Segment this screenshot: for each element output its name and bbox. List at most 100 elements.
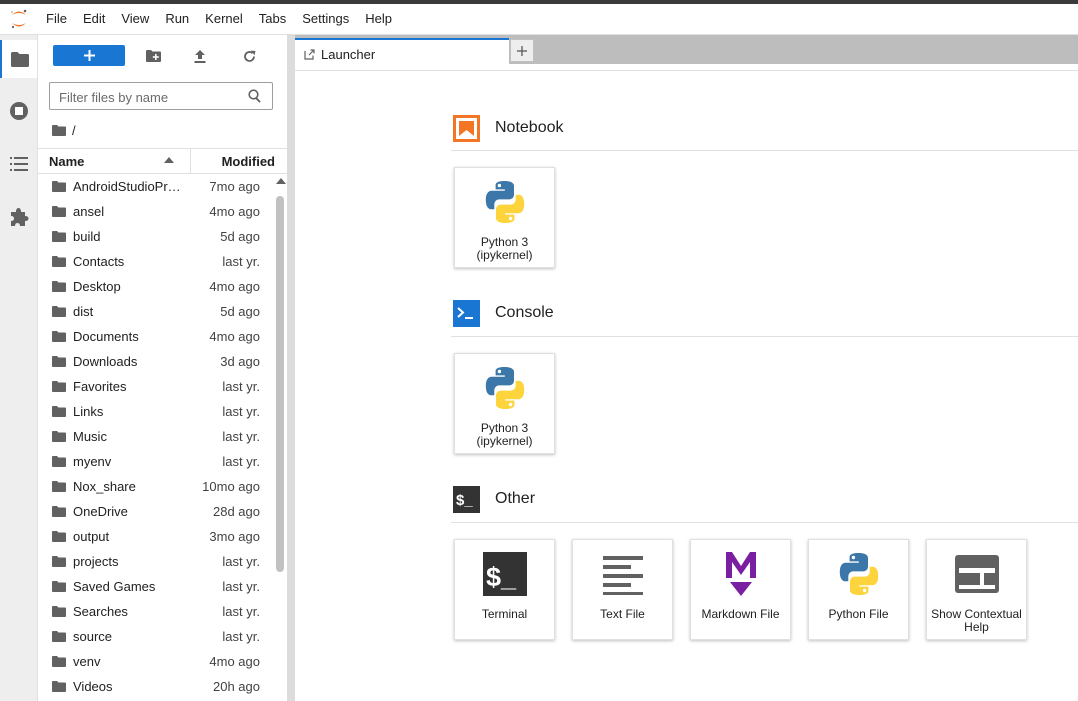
file-list-row[interactable]: Contacts last yr.	[38, 249, 274, 274]
text-file-card[interactable]: Text File	[572, 539, 673, 640]
show-contextual-help-card[interactable]: Show Contextual Help	[926, 539, 1027, 640]
menu-file[interactable]: File	[38, 4, 75, 34]
activity-bar	[0, 35, 38, 701]
breadcrumb-root[interactable]: /	[72, 123, 76, 138]
folder-icon	[52, 280, 66, 295]
other-section-title: Other	[495, 490, 536, 507]
file-list-row[interactable]: venv 4mo ago	[38, 649, 274, 674]
notebook-python3-card[interactable]: Python 3 (ipykernel)	[454, 167, 555, 268]
file-list-row[interactable]: source last yr.	[38, 624, 274, 649]
file-list-row[interactable]: projects last yr.	[38, 549, 274, 574]
extensions-tab-button[interactable]	[0, 198, 37, 236]
svg-text:$_: $_	[456, 492, 473, 509]
console-python3-card[interactable]: Python 3 (ipykernel)	[454, 353, 555, 454]
contextual-help-icon	[951, 548, 1003, 600]
upload-icon	[194, 49, 206, 63]
list-icon	[9, 157, 28, 171]
menu-settings[interactable]: Settings	[294, 4, 357, 34]
file-modified: last yr.	[222, 379, 260, 394]
file-name: Videos	[73, 679, 113, 694]
file-list-row[interactable]: dist 5d ago	[38, 299, 274, 324]
folder-icon	[52, 580, 66, 595]
folder-icon	[52, 330, 66, 345]
add-tab-button[interactable]	[510, 39, 534, 62]
file-list-row[interactable]: Downloads 3d ago	[38, 349, 274, 374]
launch-icon	[304, 49, 315, 60]
file-list-row[interactable]: AndroidStudioProjects 7mo ago	[38, 174, 274, 199]
menu-run[interactable]: Run	[157, 4, 197, 34]
menu-help[interactable]: Help	[357, 4, 400, 34]
file-browser-toolbar	[38, 35, 287, 77]
file-list-row[interactable]: Videos 20h ago	[38, 674, 274, 699]
file-modified: 4mo ago	[209, 329, 260, 344]
file-list-row[interactable]: ansel 4mo ago	[38, 199, 274, 224]
puzzle-piece-icon	[10, 208, 28, 226]
file-modified: 5d ago	[220, 304, 260, 319]
new-launcher-button[interactable]	[53, 45, 125, 66]
sort-ascending-icon	[164, 157, 174, 163]
card-label: Python File	[828, 607, 889, 621]
new-folder-button[interactable]	[144, 47, 162, 65]
file-name: build	[73, 229, 101, 244]
file-list-row[interactable]: Documents 4mo ago	[38, 324, 274, 349]
console-section-title: Console	[495, 304, 554, 321]
folder-icon	[52, 630, 66, 645]
panel-splitter[interactable]	[287, 35, 295, 701]
file-browser-panel: / Name Modified AndroidStudioProjects 7mo…	[38, 35, 287, 701]
menu-kernel[interactable]: Kernel	[197, 4, 251, 34]
file-name: venv	[73, 654, 101, 669]
scroll-up-arrow-icon[interactable]	[276, 178, 286, 184]
table-of-contents-tab-button[interactable]	[0, 145, 37, 183]
file-name: OneDrive	[73, 504, 128, 519]
menu-tabs[interactable]: Tabs	[251, 4, 294, 34]
file-name: Contacts	[73, 254, 125, 269]
folder-icon	[52, 405, 66, 420]
terminal-card[interactable]: $_ Terminal	[454, 539, 555, 640]
folder-icon	[52, 305, 66, 320]
filter-files-box	[49, 82, 273, 110]
file-list-row[interactable]: Desktop 4mo ago	[38, 274, 274, 299]
markdown-file-card[interactable]: Markdown File	[690, 539, 791, 640]
tab-launcher[interactable]: Launcher	[295, 38, 509, 71]
file-list-row[interactable]: build 5d ago	[38, 224, 274, 249]
file-list-row[interactable]: Links last yr.	[38, 399, 274, 424]
file-list-row[interactable]: Searches last yr.	[38, 599, 274, 624]
card-label: Markdown File	[701, 607, 780, 621]
text-file-icon	[597, 548, 649, 600]
scrollbar-thumb[interactable]	[276, 196, 284, 572]
file-name: Saved Games	[73, 579, 156, 594]
upload-button[interactable]	[191, 47, 209, 65]
file-name: Searches	[73, 604, 128, 619]
file-modified: 7mo ago	[209, 179, 260, 194]
refresh-button[interactable]	[240, 47, 258, 65]
name-column-header[interactable]: Name	[49, 154, 84, 169]
file-modified: 4mo ago	[209, 204, 260, 219]
running-sessions-tab-button[interactable]	[0, 92, 37, 130]
file-name: output	[73, 529, 110, 544]
file-list-row[interactable]: myenv last yr.	[38, 449, 274, 474]
refresh-icon	[243, 50, 255, 62]
file-list-row[interactable]: OneDrive 28d ago	[38, 499, 274, 524]
file-list-scrollbar[interactable]	[274, 174, 287, 701]
breadcrumb[interactable]: /	[52, 122, 76, 138]
card-label: Text File	[600, 607, 645, 621]
jupyter-logo-icon	[0, 4, 38, 34]
modified-column-header[interactable]: Modified	[222, 154, 275, 169]
menu-view[interactable]: View	[113, 4, 157, 34]
terminal-icon: $_	[479, 548, 531, 600]
file-name: Nox_share	[73, 479, 136, 494]
notebook-section-icon	[453, 115, 480, 142]
menu-edit[interactable]: Edit	[75, 4, 113, 34]
file-list-row[interactable]: Favorites last yr.	[38, 374, 274, 399]
search-icon	[248, 89, 262, 108]
file-name: projects	[73, 554, 119, 569]
file-list-row[interactable]: Saved Games last yr.	[38, 574, 274, 599]
python-file-card[interactable]: Python File	[808, 539, 909, 640]
file-browser-tab-button[interactable]	[0, 40, 37, 78]
file-list-row[interactable]: Nox_share 10mo ago	[38, 474, 274, 499]
file-list-row[interactable]: output 3mo ago	[38, 524, 274, 549]
folder-icon	[52, 455, 66, 470]
plus-icon	[517, 45, 527, 56]
file-list-row[interactable]: Music last yr.	[38, 424, 274, 449]
filter-files-input[interactable]	[57, 84, 247, 110]
